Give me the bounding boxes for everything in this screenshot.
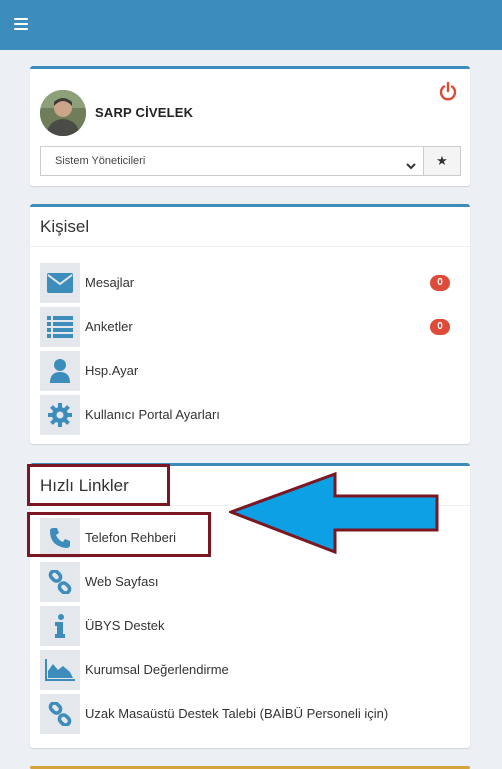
list-icon (40, 307, 80, 347)
link-icon (40, 562, 80, 602)
star-icon: ★ (436, 153, 448, 168)
menu-item-anketler[interactable]: Anketler 0 (40, 307, 460, 347)
menu-item-label: Mesajlar (85, 275, 135, 290)
favorite-button[interactable]: ★ (423, 146, 461, 176)
menu-item-portal-settings[interactable]: Kullanıcı Portal Ayarları (40, 395, 460, 435)
menu-item-label: ÜBYS Destek (85, 618, 165, 633)
personal-box: Kişisel Mesajlar 0 Anketler 0 Hsp.Ayar K… (30, 204, 470, 444)
avatar (40, 90, 86, 136)
role-select-value: Sistem Yöneticileri (55, 155, 146, 167)
menu-item-label: Web Sayfası (85, 574, 159, 589)
gear-icon (40, 395, 80, 435)
menu-item-hsp-ayar[interactable]: Hsp.Ayar (40, 351, 460, 391)
menu-item-label: Hsp.Ayar (85, 363, 139, 378)
chevron-down-icon (405, 155, 417, 170)
envelope-icon (40, 263, 80, 303)
menu-item-label: Uzak Masaüstü Destek Talebi (BAİBÜ Perso… (85, 706, 389, 721)
menu-item-kurumsal-degerlendirme[interactable]: Kurumsal Değerlendirme (40, 650, 460, 690)
menu-item-label: Anketler (85, 319, 133, 334)
power-icon[interactable] (438, 81, 458, 101)
menu-item-mesajlar[interactable]: Mesajlar 0 (40, 263, 460, 303)
personal-title: Kişisel (30, 207, 470, 247)
phone-icon (40, 518, 80, 558)
top-navbar (0, 0, 502, 50)
menu-item-web-sayfasi[interactable]: Web Sayfası (40, 562, 460, 602)
menu-item-label: Telefon Rehberi (85, 530, 177, 545)
unread-badge: 0 (430, 275, 450, 291)
link-icon (40, 694, 80, 734)
role-select[interactable]: Sistem Yöneticileri (40, 146, 424, 176)
info-icon (40, 606, 80, 646)
user-name: SARP CİVELEK (95, 105, 194, 120)
profile-box: SARP CİVELEK Sistem Yöneticileri ★ (30, 66, 470, 186)
menu-item-uzak-masaustu[interactable]: Uzak Masaüstü Destek Talebi (BAİBÜ Perso… (40, 694, 460, 734)
pointer-arrow (229, 472, 439, 554)
area-chart-icon (40, 650, 80, 690)
menu-item-label: Kurumsal Değerlendirme (85, 662, 229, 677)
menu-item-ubys-destek[interactable]: ÜBYS Destek (40, 606, 460, 646)
hamburger-icon[interactable] (14, 18, 28, 32)
pending-badge: 0 (430, 319, 450, 335)
user-icon (40, 351, 80, 391)
menu-item-label: Kullanıcı Portal Ayarları (85, 407, 220, 422)
